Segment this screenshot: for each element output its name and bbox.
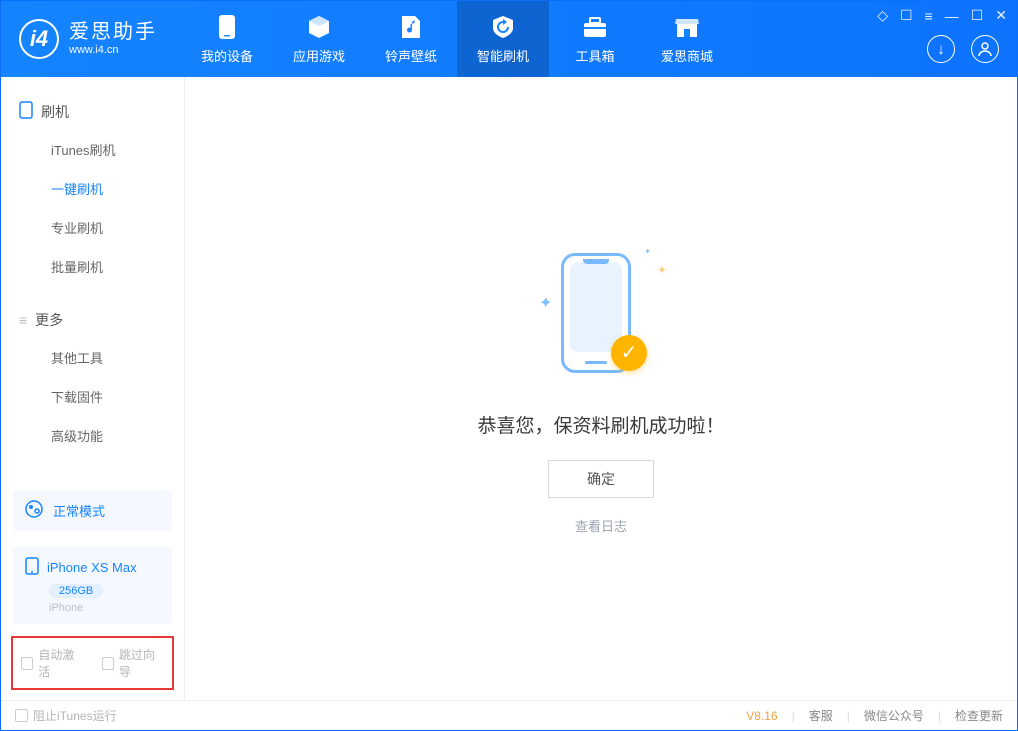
maximize-button[interactable]: ☐ [971, 7, 984, 24]
sidebar-item-oneclick-flash[interactable]: 一键刷机 [1, 169, 184, 208]
checkbox-icon [15, 709, 28, 722]
device-capacity: 256GB [49, 584, 103, 598]
checkbox-block-itunes[interactable]: 阻止iTunes运行 [15, 707, 117, 724]
nav-apps[interactable]: 应用游戏 [273, 1, 365, 77]
sparkle-icon: ✦ [644, 247, 651, 256]
nav-store[interactable]: 爱思商城 [641, 1, 733, 77]
nav-flash[interactable]: 智能刷机 [457, 1, 549, 77]
logo-icon: i4 [19, 19, 59, 59]
device-type: iPhone [49, 602, 160, 614]
title-bar: i4 爱思助手 www.i4.cn 我的设备 应用游戏 铃声壁纸 智能刷机 工具… [1, 1, 1017, 77]
window-controls: ◇ ☐ ≡ — ☐ ✕ [877, 7, 1007, 24]
main-content: ✦ ✦ ✦ ✓ 恭喜您，保资料刷机成功啦！ 确定 查看日志 [185, 77, 1017, 700]
list-icon: ≡ [19, 312, 27, 328]
app-name: 爱思助手 [69, 20, 157, 44]
menu-icon[interactable]: ≡ [925, 8, 933, 24]
checkbox-icon [102, 657, 114, 670]
music-file-icon [400, 14, 422, 40]
app-url: www.i4.cn [69, 44, 157, 57]
sidebar-item-pro-flash[interactable]: 专业刷机 [1, 208, 184, 247]
sidebar-item-download-firmware[interactable]: 下载固件 [1, 377, 184, 416]
device-card[interactable]: iPhone XS Max 256GB iPhone [13, 547, 172, 624]
mode-card[interactable]: 正常模式 [13, 490, 172, 531]
sidebar-item-batch-flash[interactable]: 批量刷机 [1, 247, 184, 286]
sidebar-item-itunes-flash[interactable]: iTunes刷机 [1, 130, 184, 169]
options-highlighted-box: 自动激活 跳过向导 [11, 636, 174, 690]
feedback-icon[interactable]: ☐ [900, 7, 913, 24]
sidebar-item-other-tools[interactable]: 其他工具 [1, 338, 184, 377]
cube-icon [306, 14, 332, 40]
mode-label: 正常模式 [53, 501, 105, 520]
checkbox-icon [21, 657, 33, 670]
checkbox-skip-guide[interactable]: 跳过向导 [102, 646, 165, 680]
sidebar-section-flash: 刷机 [1, 93, 184, 130]
ok-button[interactable]: 确定 [548, 460, 654, 498]
download-icon[interactable]: ↓ [927, 35, 955, 63]
app-logo: i4 爱思助手 www.i4.cn [1, 1, 181, 77]
minimize-button[interactable]: — [945, 8, 959, 24]
sidebar: 刷机 iTunes刷机 一键刷机 专业刷机 批量刷机 ≡ 更多 其他工具 下载固… [1, 77, 185, 700]
store-icon [674, 14, 700, 40]
view-log-link[interactable]: 查看日志 [575, 516, 627, 535]
user-icon[interactable] [971, 35, 999, 63]
nav-my-device[interactable]: 我的设备 [181, 1, 273, 77]
mode-icon [25, 500, 43, 521]
check-badge-icon: ✓ [611, 335, 647, 371]
link-wechat[interactable]: 微信公众号 [864, 707, 924, 724]
sidebar-section-more: ≡ 更多 [1, 302, 184, 338]
header-actions: ↓ [927, 35, 999, 63]
version-label: V8.16 [746, 709, 777, 723]
success-illustration: ✦ ✦ ✦ ✓ [531, 243, 671, 383]
success-message: 恭喜您，保资料刷机成功啦！ [477, 411, 724, 438]
device-icon [218, 14, 236, 40]
sparkle-icon: ✦ [657, 263, 667, 277]
phone-icon [19, 101, 33, 122]
checkbox-auto-activate[interactable]: 自动激活 [21, 646, 84, 680]
status-bar: 阻止iTunes运行 V8.16 | 客服 | 微信公众号 | 检查更新 [1, 700, 1017, 730]
skin-icon[interactable]: ◇ [877, 7, 888, 24]
close-button[interactable]: ✕ [995, 7, 1007, 24]
device-name: iPhone XS Max [47, 560, 137, 575]
toolbox-icon [582, 14, 608, 40]
device-phone-icon [25, 557, 39, 578]
refresh-shield-icon [490, 14, 516, 40]
main-nav: 我的设备 应用游戏 铃声壁纸 智能刷机 工具箱 爱思商城 [181, 1, 733, 77]
sparkle-icon: ✦ [539, 293, 552, 313]
link-check-update[interactable]: 检查更新 [955, 707, 1003, 724]
link-support[interactable]: 客服 [809, 707, 833, 724]
nav-toolbox[interactable]: 工具箱 [549, 1, 641, 77]
nav-ringtones[interactable]: 铃声壁纸 [365, 1, 457, 77]
sidebar-item-advanced[interactable]: 高级功能 [1, 416, 184, 455]
